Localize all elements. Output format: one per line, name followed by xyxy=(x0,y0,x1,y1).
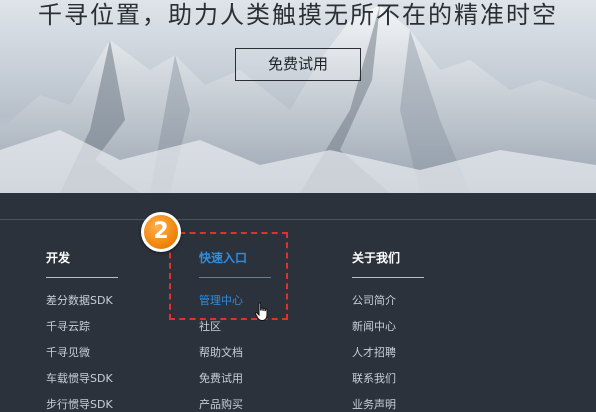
footer-link-company-intro[interactable]: 公司简介 xyxy=(352,293,424,319)
hero-slogan: 千寻位置，助力人类触摸无所不在的精准时空 xyxy=(38,1,558,29)
footer-divider xyxy=(0,219,596,220)
column-title-about: 关于我们 xyxy=(352,251,401,265)
footer-link-purchase[interactable]: 产品购买 xyxy=(199,397,271,412)
hand-pointer-icon xyxy=(254,302,268,322)
footer-link-jianwei[interactable]: 千寻见微 xyxy=(46,345,118,371)
footer-link-vehicle-ins-sdk[interactable]: 车载惯导SDK xyxy=(46,371,118,397)
footer-link-cloud-track[interactable]: 千寻云踪 xyxy=(46,319,118,345)
link-list-about: 公司简介 新闻中心 人才招聘 联系我们 业务声明 xyxy=(352,293,424,412)
footer-link-diff-sdk[interactable]: 差分数据SDK xyxy=(46,293,118,319)
column-title-develop: 开发 xyxy=(46,251,71,265)
free-trial-button[interactable]: 免费试用 xyxy=(235,48,361,81)
footer-link-free-trial[interactable]: 免费试用 xyxy=(199,371,271,397)
hero-banner: 千寻位置，助力人类触摸无所不在的精准时空 免费试用 xyxy=(0,0,596,193)
footer-link-contact-us[interactable]: 联系我们 xyxy=(352,371,424,397)
footer-link-pedestrian-ins-sdk[interactable]: 步行惯导SDK xyxy=(46,397,118,412)
footer-column-about: 关于我们 公司简介 新闻中心 人才招聘 联系我们 业务声明 xyxy=(352,248,424,412)
site-footer: 开发 差分数据SDK 千寻云踪 千寻见微 车载惯导SDK 步行惯导SDK 快速入… xyxy=(0,193,596,412)
column-underline xyxy=(46,277,118,278)
footer-link-community[interactable]: 社区 xyxy=(199,319,271,345)
footer-column-develop: 开发 差分数据SDK 千寻云踪 千寻见微 车载惯导SDK 步行惯导SDK xyxy=(46,248,118,412)
footer-link-news-center[interactable]: 新闻中心 xyxy=(352,319,424,345)
link-list-develop: 差分数据SDK 千寻云踪 千寻见微 车载惯导SDK 步行惯导SDK xyxy=(46,293,118,412)
footer-link-help-docs[interactable]: 帮助文档 xyxy=(199,345,271,371)
column-underline xyxy=(352,277,424,278)
step-number-badge: 2 xyxy=(141,212,181,252)
footer-link-careers[interactable]: 人才招聘 xyxy=(352,345,424,371)
footer-link-business-statement[interactable]: 业务声明 xyxy=(352,397,424,412)
annotation-highlight-box xyxy=(169,232,288,320)
